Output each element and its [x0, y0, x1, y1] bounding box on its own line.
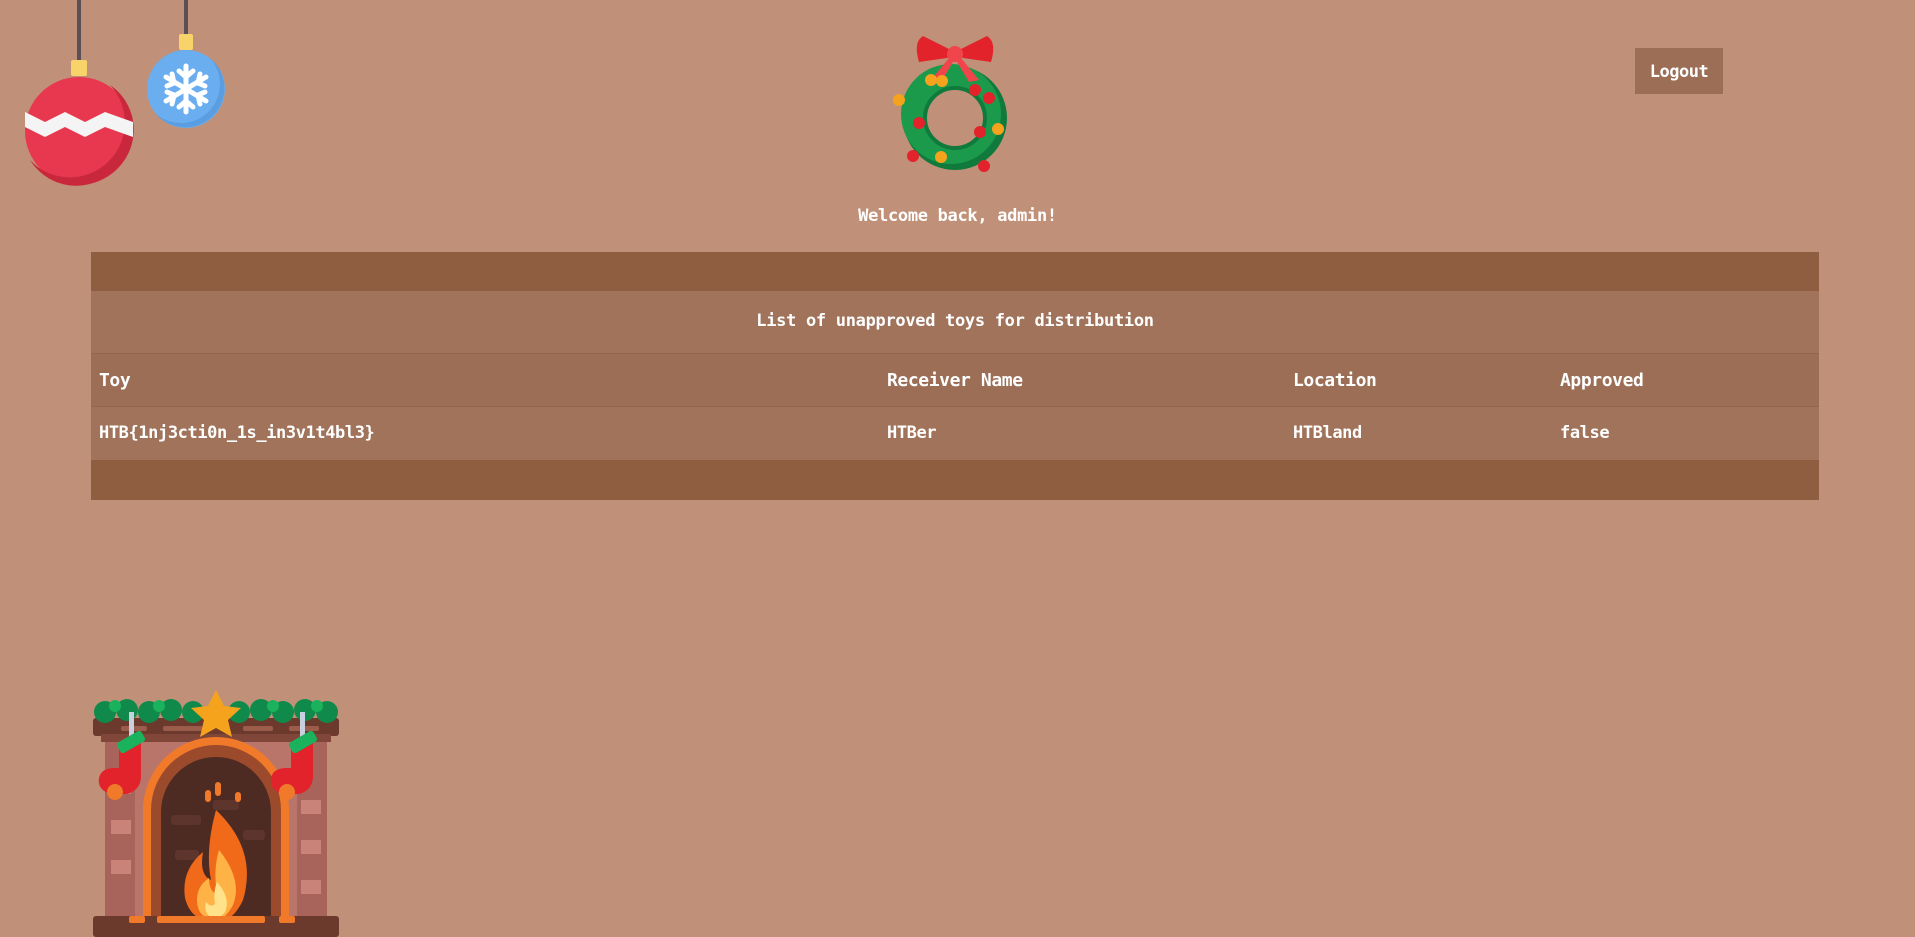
table-caption: List of unapproved toys for distribution — [91, 291, 1819, 353]
welcome-message: Welcome back, admin! — [858, 206, 1057, 226]
christmas-wreath-icon — [893, 36, 1007, 172]
column-header-receiver-name: Receiver Name — [879, 353, 1285, 407]
christmas-bauble-icon — [25, 60, 134, 186]
toys-table-panel: List of unapproved toys for distribution… — [91, 252, 1819, 500]
table-row: HTB{1nj3cti0n_1s_in3v1t4bl3} HTBer HTBla… — [91, 406, 1819, 460]
cell-approved: false — [1552, 406, 1819, 460]
snowflake-bauble-icon — [147, 34, 225, 128]
table-header-row: Toy Receiver Name Location Approved — [91, 353, 1819, 407]
cell-toy: HTB{1nj3cti0n_1s_in3v1t4bl3} — [91, 406, 879, 460]
panel-top-band — [91, 252, 1819, 291]
cell-location: HTBland — [1285, 406, 1552, 460]
panel-bottom-band — [91, 459, 1819, 500]
toys-table: Toy Receiver Name Location Approved HTB{… — [91, 353, 1819, 460]
column-header-location: Location — [1285, 353, 1552, 407]
fireplace-icon — [93, 690, 339, 937]
column-header-toy: Toy — [91, 353, 879, 407]
cell-receiver-name: HTBer — [879, 406, 1285, 460]
logout-button[interactable]: Logout — [1635, 48, 1723, 94]
column-header-approved: Approved — [1552, 353, 1819, 407]
hanging-ornaments — [25, 0, 225, 186]
